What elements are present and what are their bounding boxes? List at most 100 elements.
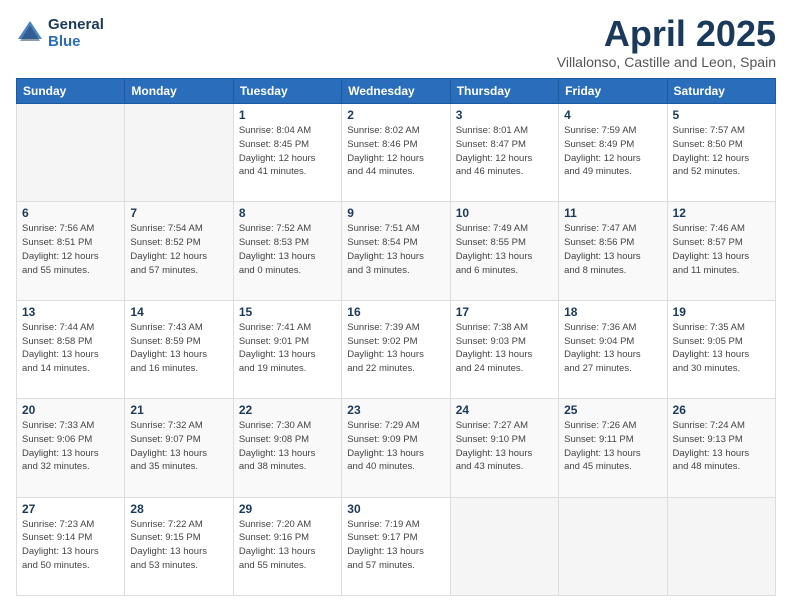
logo-icon: [16, 19, 44, 47]
day-number: 24: [456, 403, 553, 417]
day-info: Sunrise: 7:56 AM Sunset: 8:51 PM Dayligh…: [22, 222, 119, 277]
day-info: Sunrise: 7:23 AM Sunset: 9:14 PM Dayligh…: [22, 518, 119, 573]
day-info: Sunrise: 7:32 AM Sunset: 9:07 PM Dayligh…: [130, 419, 227, 474]
day-number: 13: [22, 305, 119, 319]
day-number: 27: [22, 502, 119, 516]
day-number: 5: [673, 108, 770, 122]
day-number: 16: [347, 305, 444, 319]
calendar-cell: 14 Sunrise: 7:43 AM Sunset: 8:59 PM Dayli…: [125, 300, 233, 398]
logo-blue: Blue: [48, 33, 104, 50]
calendar-cell: 3 Sunrise: 8:01 AM Sunset: 8:47 PM Daylig…: [450, 104, 558, 202]
day-info: Sunrise: 7:54 AM Sunset: 8:52 PM Dayligh…: [130, 222, 227, 277]
calendar-cell: 1 Sunrise: 8:04 AM Sunset: 8:45 PM Daylig…: [233, 104, 341, 202]
weekday-header-friday: Friday: [559, 79, 667, 104]
calendar-cell: 12 Sunrise: 7:46 AM Sunset: 8:57 PM Dayli…: [667, 202, 775, 300]
day-number: 29: [239, 502, 336, 516]
day-info: Sunrise: 7:29 AM Sunset: 9:09 PM Dayligh…: [347, 419, 444, 474]
calendar-cell: 5 Sunrise: 7:57 AM Sunset: 8:50 PM Daylig…: [667, 104, 775, 202]
calendar-cell: 29 Sunrise: 7:20 AM Sunset: 9:16 PM Dayli…: [233, 497, 341, 595]
day-info: Sunrise: 7:47 AM Sunset: 8:56 PM Dayligh…: [564, 222, 661, 277]
calendar-cell: 2 Sunrise: 8:02 AM Sunset: 8:46 PM Daylig…: [342, 104, 450, 202]
calendar-cell: [667, 497, 775, 595]
day-info: Sunrise: 7:46 AM Sunset: 8:57 PM Dayligh…: [673, 222, 770, 277]
day-info: Sunrise: 7:24 AM Sunset: 9:13 PM Dayligh…: [673, 419, 770, 474]
calendar-cell: [559, 497, 667, 595]
weekday-header-monday: Monday: [125, 79, 233, 104]
calendar-cell: 25 Sunrise: 7:26 AM Sunset: 9:11 PM Dayli…: [559, 399, 667, 497]
day-info: Sunrise: 7:51 AM Sunset: 8:54 PM Dayligh…: [347, 222, 444, 277]
day-number: 7: [130, 206, 227, 220]
day-number: 28: [130, 502, 227, 516]
day-number: 2: [347, 108, 444, 122]
calendar-cell: 9 Sunrise: 7:51 AM Sunset: 8:54 PM Daylig…: [342, 202, 450, 300]
day-number: 8: [239, 206, 336, 220]
day-info: Sunrise: 7:26 AM Sunset: 9:11 PM Dayligh…: [564, 419, 661, 474]
day-info: Sunrise: 7:43 AM Sunset: 8:59 PM Dayligh…: [130, 321, 227, 376]
day-number: 25: [564, 403, 661, 417]
calendar-cell: [450, 497, 558, 595]
month-title: April 2025: [557, 16, 776, 52]
day-number: 12: [673, 206, 770, 220]
header: General Blue April 2025 Villalonso, Cast…: [16, 16, 776, 70]
weekday-header-sunday: Sunday: [17, 79, 125, 104]
weekday-header-row: SundayMondayTuesdayWednesdayThursdayFrid…: [17, 79, 776, 104]
day-number: 10: [456, 206, 553, 220]
day-number: 20: [22, 403, 119, 417]
calendar-cell: 10Sunrise: 7:49 AM Sunset: 8:55 PM Dayli…: [450, 202, 558, 300]
day-info: Sunrise: 7:20 AM Sunset: 9:16 PM Dayligh…: [239, 518, 336, 573]
day-number: 11: [564, 206, 661, 220]
day-number: 26: [673, 403, 770, 417]
calendar-cell: 19 Sunrise: 7:35 AM Sunset: 9:05 PM Dayli…: [667, 300, 775, 398]
weekday-header-saturday: Saturday: [667, 79, 775, 104]
day-info: Sunrise: 7:36 AM Sunset: 9:04 PM Dayligh…: [564, 321, 661, 376]
day-number: 19: [673, 305, 770, 319]
day-info: Sunrise: 7:30 AM Sunset: 9:08 PM Dayligh…: [239, 419, 336, 474]
day-info: Sunrise: 8:04 AM Sunset: 8:45 PM Dayligh…: [239, 124, 336, 179]
calendar-cell: 30Sunrise: 7:19 AM Sunset: 9:17 PM Dayli…: [342, 497, 450, 595]
day-info: Sunrise: 7:39 AM Sunset: 9:02 PM Dayligh…: [347, 321, 444, 376]
day-info: Sunrise: 7:41 AM Sunset: 9:01 PM Dayligh…: [239, 321, 336, 376]
title-section: April 2025 Villalonso, Castille and Leon…: [557, 16, 776, 70]
day-info: Sunrise: 8:02 AM Sunset: 8:46 PM Dayligh…: [347, 124, 444, 179]
calendar-cell: 28Sunrise: 7:22 AM Sunset: 9:15 PM Dayli…: [125, 497, 233, 595]
day-info: Sunrise: 7:33 AM Sunset: 9:06 PM Dayligh…: [22, 419, 119, 474]
day-number: 22: [239, 403, 336, 417]
day-number: 21: [130, 403, 227, 417]
weekday-header-thursday: Thursday: [450, 79, 558, 104]
calendar-cell: 15 Sunrise: 7:41 AM Sunset: 9:01 PM Dayli…: [233, 300, 341, 398]
day-number: 23: [347, 403, 444, 417]
calendar-cell: 26 Sunrise: 7:24 AM Sunset: 9:13 PM Dayli…: [667, 399, 775, 497]
calendar-body: 1 Sunrise: 8:04 AM Sunset: 8:45 PM Daylig…: [17, 104, 776, 596]
calendar-cell: 18 Sunrise: 7:36 AM Sunset: 9:04 PM Dayli…: [559, 300, 667, 398]
page: General Blue April 2025 Villalonso, Cast…: [0, 0, 792, 612]
day-number: 18: [564, 305, 661, 319]
day-number: 1: [239, 108, 336, 122]
day-number: 15: [239, 305, 336, 319]
day-info: Sunrise: 7:59 AM Sunset: 8:49 PM Dayligh…: [564, 124, 661, 179]
day-info: Sunrise: 7:52 AM Sunset: 8:53 PM Dayligh…: [239, 222, 336, 277]
day-info: Sunrise: 7:44 AM Sunset: 8:58 PM Dayligh…: [22, 321, 119, 376]
calendar-cell: 11 Sunrise: 7:47 AM Sunset: 8:56 PM Dayli…: [559, 202, 667, 300]
day-info: Sunrise: 7:19 AM Sunset: 9:17 PM Dayligh…: [347, 518, 444, 573]
calendar-table: SundayMondayTuesdayWednesdayThursdayFrid…: [16, 78, 776, 596]
calendar-cell: 24 Sunrise: 7:27 AM Sunset: 9:10 PM Dayli…: [450, 399, 558, 497]
day-number: 14: [130, 305, 227, 319]
day-info: Sunrise: 7:35 AM Sunset: 9:05 PM Dayligh…: [673, 321, 770, 376]
day-info: Sunrise: 7:38 AM Sunset: 9:03 PM Dayligh…: [456, 321, 553, 376]
day-number: 9: [347, 206, 444, 220]
logo: General Blue: [16, 16, 104, 50]
calendar-cell: 27 Sunrise: 7:23 AM Sunset: 9:14 PM Dayli…: [17, 497, 125, 595]
day-number: 4: [564, 108, 661, 122]
day-number: 17: [456, 305, 553, 319]
weekday-header-tuesday: Tuesday: [233, 79, 341, 104]
day-info: Sunrise: 7:57 AM Sunset: 8:50 PM Dayligh…: [673, 124, 770, 179]
day-info: Sunrise: 8:01 AM Sunset: 8:47 PM Dayligh…: [456, 124, 553, 179]
weekday-header-wednesday: Wednesday: [342, 79, 450, 104]
calendar-cell: 4 Sunrise: 7:59 AM Sunset: 8:49 PM Daylig…: [559, 104, 667, 202]
calendar-cell: 13 Sunrise: 7:44 AM Sunset: 8:58 PM Dayli…: [17, 300, 125, 398]
day-info: Sunrise: 7:27 AM Sunset: 9:10 PM Dayligh…: [456, 419, 553, 474]
calendar-cell: 7 Sunrise: 7:54 AM Sunset: 8:52 PM Daylig…: [125, 202, 233, 300]
day-number: 3: [456, 108, 553, 122]
logo-general: General: [48, 16, 104, 33]
calendar-cell: [17, 104, 125, 202]
